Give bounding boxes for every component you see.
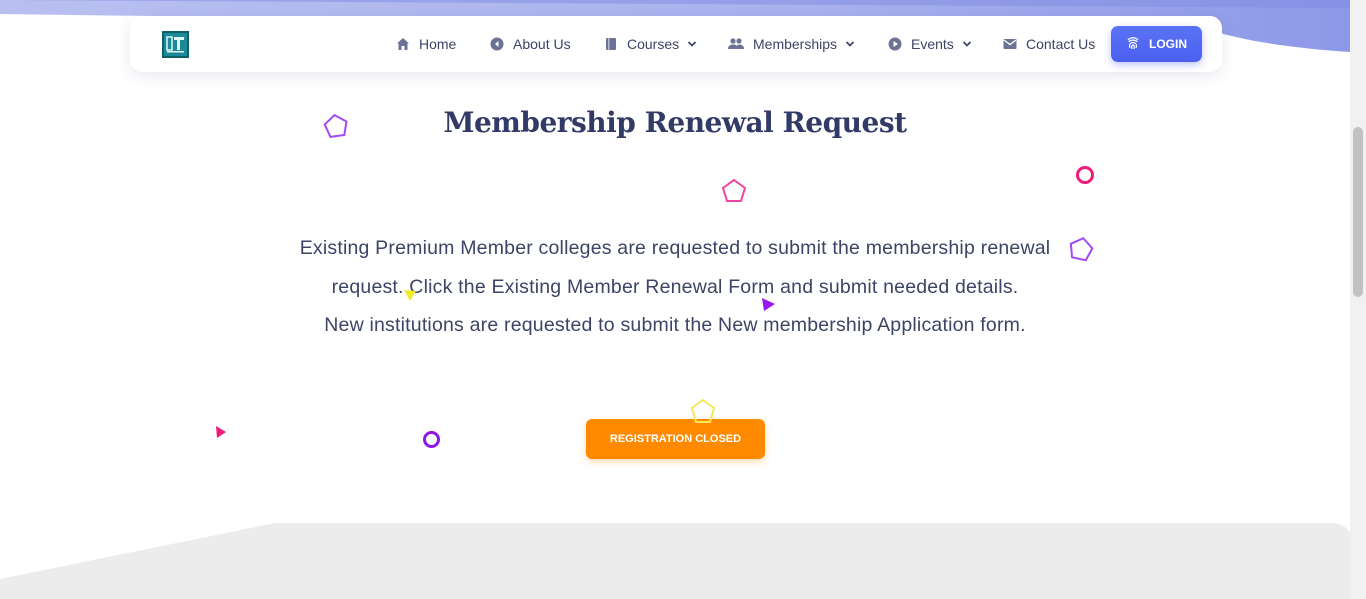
home-icon xyxy=(397,38,409,50)
nav-home[interactable]: Home xyxy=(396,34,456,54)
login-label: LOGIN xyxy=(1149,37,1187,51)
navbar: Home About Us Courses Memberships Events… xyxy=(130,16,1222,72)
purple-ring-shape xyxy=(423,431,440,448)
intro-line-2: request. Click the Existing Member Renew… xyxy=(331,275,1019,298)
nav-contact-label: Contact Us xyxy=(1026,36,1096,52)
nav-memberships[interactable]: Memberships xyxy=(728,34,855,54)
nav-home-label: Home xyxy=(419,36,457,52)
nav-events-label: Events xyxy=(911,36,954,52)
logo-mark-icon xyxy=(166,36,184,53)
event-icon xyxy=(888,37,902,51)
pink-ring-shape xyxy=(1076,166,1094,184)
nav-about-label: About Us xyxy=(513,36,571,52)
nav-courses-label: Courses xyxy=(627,36,680,52)
vertical-scrollbar[interactable] xyxy=(1350,0,1366,599)
site-logo[interactable] xyxy=(162,31,189,58)
nav-memberships-label: Memberships xyxy=(753,36,838,52)
purple-triangle-shape xyxy=(762,298,775,311)
chevron-down-icon xyxy=(845,41,855,47)
fingerprint-icon xyxy=(1127,37,1139,50)
intro-line-1: Existing Premium Member colleges are req… xyxy=(299,237,1051,259)
chevron-down-icon xyxy=(962,41,971,47)
chevron-down-icon xyxy=(688,41,697,47)
scrollbar-thumb[interactable] xyxy=(1353,127,1363,297)
nav-courses[interactable]: Courses xyxy=(604,34,697,54)
login-button[interactable]: LOGIN xyxy=(1111,26,1202,62)
people-icon xyxy=(728,38,744,49)
pink-triangle-shape xyxy=(216,426,226,438)
intro-paragraph: Existing Premium Member colleges are req… xyxy=(280,229,1070,345)
registration-closed-button[interactable]: REGISTRATION CLOSED xyxy=(586,419,765,459)
nav-about[interactable]: About Us xyxy=(490,34,571,54)
mail-icon xyxy=(1003,39,1017,49)
nav-events[interactable]: Events xyxy=(888,34,972,54)
intro-line-3: New institutions are requested to submit… xyxy=(324,314,1026,336)
pink-pentagon-shape xyxy=(721,178,747,202)
yellow-triangle-shape xyxy=(404,290,416,301)
purple-pentagon-shape xyxy=(323,113,348,138)
info-icon xyxy=(490,37,504,51)
purple-pentagon-shape xyxy=(1069,237,1094,262)
yellow-pentagon-shape xyxy=(690,398,716,423)
bottom-section-background xyxy=(0,523,1352,599)
nav-contact[interactable]: Contact Us xyxy=(1003,34,1095,54)
page-title: Membership Renewal Request xyxy=(443,106,907,139)
book-icon xyxy=(606,38,616,50)
